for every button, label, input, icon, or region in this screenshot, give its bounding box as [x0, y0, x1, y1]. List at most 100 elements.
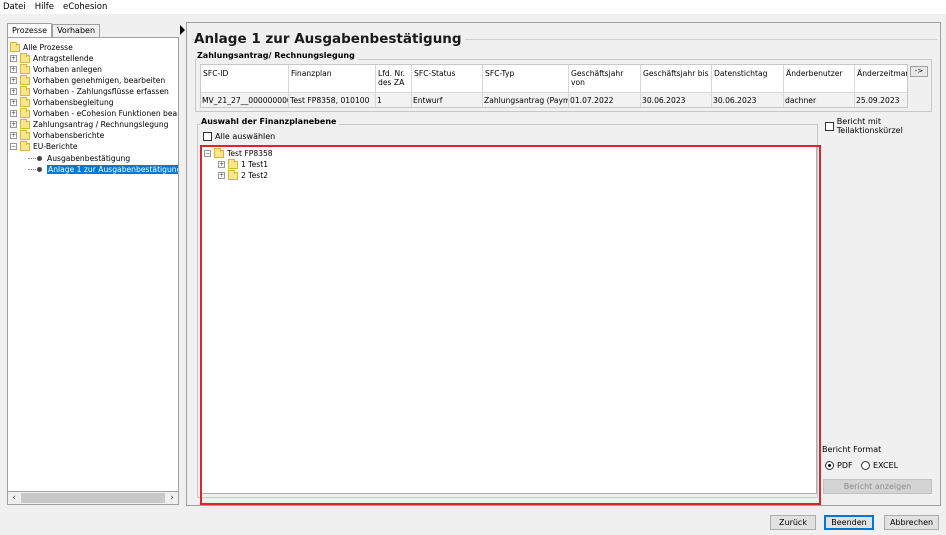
column-header[interactable]: Änderbenutzer [784, 65, 855, 92]
left-tab-bar: Prozesse Vorhaben [7, 23, 101, 37]
finanzplan-tree: − Test FP8358 + 1 Test1 + 2 Test2 [200, 146, 817, 494]
collapse-icon[interactable]: − [204, 150, 211, 157]
column-header[interactable]: Geschäftsjahr bis [641, 65, 712, 92]
tree-item-label: Test FP8358 [227, 149, 273, 158]
tree-item-vorhaben-genehmigen[interactable]: + Vorhaben genehmigen, bearbeiten [10, 74, 166, 86]
tree-item-label: Vorhaben genehmigen, bearbeiten [33, 76, 166, 85]
folder-icon [20, 118, 30, 129]
folder-icon [20, 140, 30, 151]
bullet-icon [37, 156, 42, 161]
tree-item-label: Vorhabensberichte [33, 131, 105, 140]
tree-item-alle-prozesse[interactable]: Alle Prozesse [10, 41, 73, 53]
finanzplan-group-label: Auswahl der Finanzplanebene [201, 117, 340, 126]
tree-item-label: EU-Berichte [33, 142, 78, 151]
table-cell[interactable]: 01.07.2022 [569, 92, 641, 107]
expand-icon[interactable]: + [10, 121, 17, 128]
table-cell[interactable]: Entwurf [412, 92, 483, 107]
menu-ecohesion[interactable]: eCohesion [63, 2, 107, 12]
bullet-icon [37, 167, 42, 172]
teilaktion-checkbox[interactable]: Bericht mit Teilaktionskürzel [825, 117, 946, 135]
expand-icon[interactable]: + [10, 77, 17, 84]
tree-item-zahlungsantrag[interactable]: + Zahlungsantrag / Rechnungslegung [10, 118, 168, 130]
folder-icon [214, 147, 224, 158]
cancel-button[interactable]: Abbrechen [884, 515, 939, 530]
column-header[interactable]: Lfd. Nr. des ZA [376, 65, 412, 92]
checkbox-icon[interactable] [203, 132, 212, 141]
tree-item-ausgabenbestaetigung[interactable]: Ausgabenbestätigung [28, 153, 130, 164]
column-header[interactable]: Änderzeitmark [855, 65, 907, 92]
tree-item-eu-berichte[interactable]: − EU-Berichte [10, 140, 78, 152]
format-label: Bericht Format [822, 445, 882, 454]
back-button[interactable]: Zurück [770, 515, 816, 530]
column-header[interactable]: SFC-ID [201, 65, 289, 92]
scroll-right-icon[interactable]: › [166, 493, 178, 503]
tree-item-antragstellende[interactable]: + Antragstellende [10, 52, 94, 64]
tab-prozesse[interactable]: Prozesse [7, 23, 53, 37]
checkbox-icon[interactable] [825, 121, 834, 131]
scroll-left-icon[interactable]: ‹ [8, 493, 20, 503]
table-cell[interactable]: Test FP8358, 010100 [289, 92, 376, 107]
folder-icon [228, 169, 238, 180]
table-cell[interactable]: 25.09.2023 [855, 92, 907, 107]
format-pdf-radio[interactable]: PDF [825, 461, 853, 470]
expand-icon[interactable]: + [10, 88, 17, 95]
fin-tree-item-test2[interactable]: + 2 Test2 [218, 169, 269, 181]
tree-item-label: Vorhaben - eCohesion Funktionen bearbeit… [33, 109, 178, 118]
folder-icon [20, 85, 30, 96]
tree-item-label: Alle Prozesse [23, 43, 73, 52]
column-header[interactable]: Geschäftsjahr von [569, 65, 641, 92]
table-cell[interactable]: 1 [376, 92, 412, 107]
finish-button[interactable]: Beenden [824, 515, 874, 530]
zahlungsantrag-group-label: Zahlungsantrag/ Rechnungslegung [197, 51, 358, 60]
radio-icon[interactable] [861, 461, 870, 470]
column-header[interactable]: Finanzplan [289, 65, 376, 92]
tree-item-label: 2 Test2 [241, 171, 269, 180]
expand-icon[interactable]: + [218, 161, 225, 168]
tree-item-vorhaben-anlegen[interactable]: + Vorhaben anlegen [10, 63, 102, 75]
bericht-anzeigen-button[interactable]: Bericht anzeigen [823, 479, 932, 494]
expand-icon[interactable]: + [10, 66, 17, 73]
table-cell[interactable]: Zahlungsantrag (Paymen [483, 92, 569, 107]
tree-item-vorhabensberichte[interactable]: + Vorhabensberichte [10, 129, 105, 141]
folder-icon [20, 129, 30, 140]
tree-item-anlage-1[interactable]: Anlage 1 zur Ausgabenbestätigung [28, 164, 178, 175]
expand-icon[interactable]: + [10, 99, 17, 106]
tree-item-vorhabensbegleitung[interactable]: + Vorhabensbegleitung [10, 96, 114, 108]
tree-connector [28, 169, 36, 170]
menu-hilfe[interactable]: Hilfe [35, 2, 54, 12]
alle-auswaehlen-checkbox[interactable]: Alle auswählen [203, 132, 275, 141]
tree-item-label: Vorhaben anlegen [33, 65, 102, 74]
page-title: Anlage 1 zur Ausgabenbestätigung [194, 31, 465, 47]
tree-item-ecohesion-funktionen[interactable]: + Vorhaben - eCohesion Funktionen bearbe… [10, 107, 178, 119]
scroll-thumb[interactable] [21, 493, 165, 503]
collapse-icon[interactable]: − [10, 143, 17, 150]
column-header[interactable]: Datenstichtag [712, 65, 784, 92]
radio-label: EXCEL [873, 461, 899, 470]
folder-icon [20, 107, 30, 118]
column-header[interactable]: SFC-Status [412, 65, 483, 92]
menu-datei[interactable]: Datei [3, 2, 26, 12]
expand-icon[interactable]: + [218, 172, 225, 179]
collapse-panel-icon[interactable] [180, 25, 185, 35]
expand-table-button[interactable]: -> [910, 66, 928, 77]
table-cell[interactable]: 30.06.2023 [641, 92, 712, 107]
table-cell[interactable]: 30.06.2023 [712, 92, 784, 107]
tab-vorhaben[interactable]: Vorhaben [52, 24, 101, 37]
fin-tree-root[interactable]: − Test FP8358 [204, 147, 273, 159]
fin-tree-item-test1[interactable]: + 1 Test1 [218, 158, 268, 170]
tree-item-zahlungsfluesse[interactable]: + Vorhaben - Zahlungsflüsse erfassen [10, 85, 169, 97]
format-excel-radio[interactable]: EXCEL [861, 461, 898, 470]
radio-selected-icon[interactable] [825, 461, 834, 470]
radio-label: PDF [837, 461, 853, 470]
tree-connector [28, 158, 36, 159]
tree-item-label: Anlage 1 zur Ausgabenbestätigung [47, 165, 178, 174]
expand-icon[interactable]: + [10, 110, 17, 117]
process-tree: Alle Prozesse + Antragstellende + Vorhab… [7, 37, 179, 505]
expand-icon[interactable]: + [10, 132, 17, 139]
table-cell[interactable]: MV_21_27__0000000007 [201, 92, 289, 107]
column-header[interactable]: SFC-Typ [483, 65, 569, 92]
left-horizontal-scrollbar[interactable]: ‹ › [7, 491, 179, 505]
table-cell[interactable]: dachner [784, 92, 855, 107]
expand-icon[interactable]: + [10, 55, 17, 62]
tree-item-label: Antragstellende [33, 54, 94, 63]
